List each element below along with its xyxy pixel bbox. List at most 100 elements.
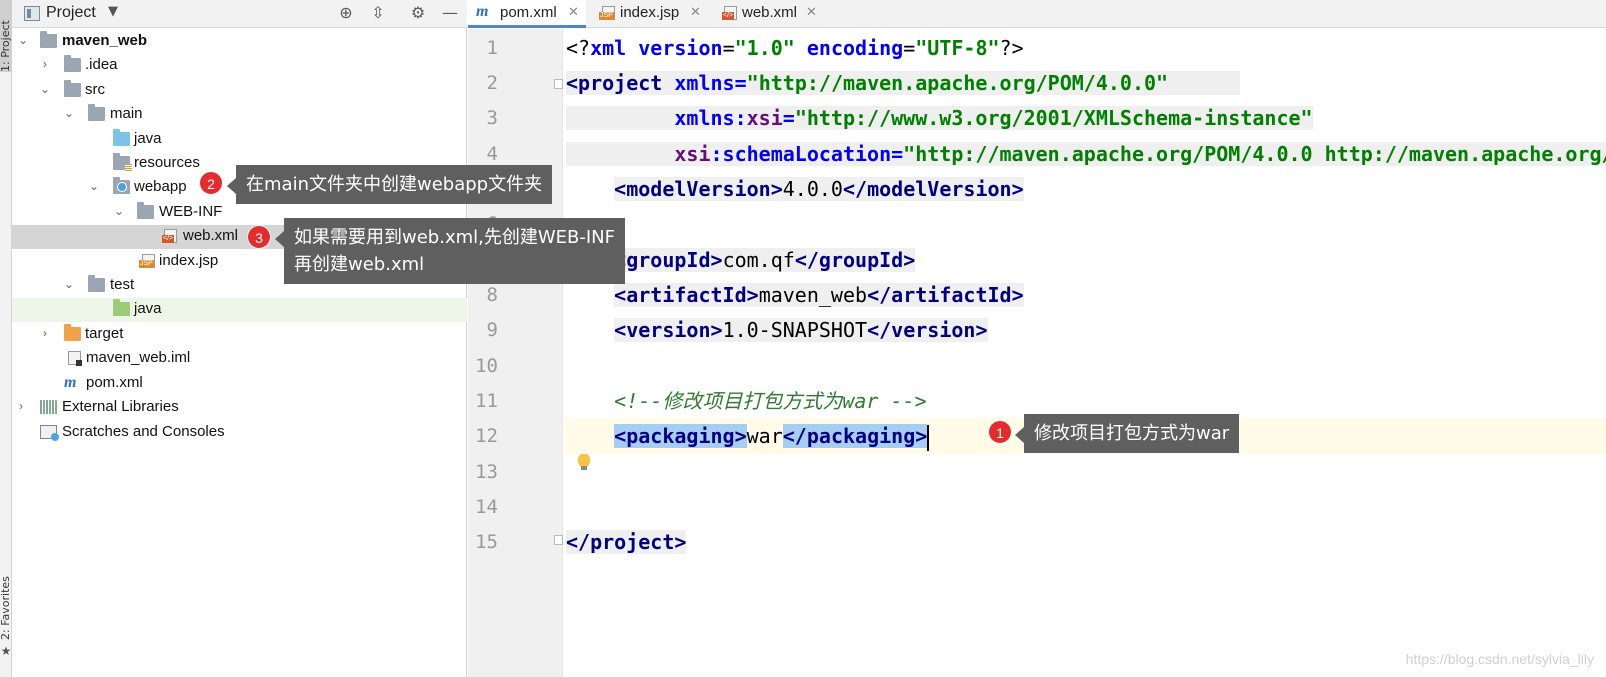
- tree-item-label: WEB-INF: [159, 203, 223, 220]
- code-line: <packaging>war</packaging>: [566, 421, 930, 451]
- code-line: xmlns:xsi="http://www.w3.org/2001/XMLSch…: [566, 103, 1313, 133]
- code-line: <version>1.0-SNAPSHOT</version>: [614, 318, 988, 342]
- tree-item-label: .idea: [85, 56, 118, 73]
- hide-icon[interactable]: —: [440, 3, 460, 23]
- tree-item-label: test: [110, 276, 135, 293]
- tree-item-main[interactable]: ⌄ main: [12, 103, 467, 127]
- step-badge-1: 1: [988, 420, 1012, 444]
- chevron-down-icon[interactable]: ⌄: [62, 106, 76, 120]
- line-number: 13: [475, 461, 498, 483]
- test-folder-icon: [113, 299, 130, 316]
- tree-item-label: resources: [134, 154, 200, 171]
- maven-icon: m: [476, 3, 489, 20]
- chevron-down-icon[interactable]: ⌄: [112, 204, 126, 218]
- tree-item-external-libraries[interactable]: › External Libraries: [12, 396, 467, 420]
- resources-folder-icon: [113, 153, 132, 171]
- text-caret: [927, 424, 930, 451]
- line-number: 9: [486, 319, 498, 341]
- project-panel: Project ▼ ⊕ ⇳ ⚙ — ⌄ maven_web › .idea ⌄ …: [12, 0, 467, 677]
- chevron-down-icon[interactable]: ⌄: [87, 179, 101, 193]
- line-number: 2: [486, 72, 498, 94]
- project-icon: [24, 6, 40, 21]
- folder-icon: [40, 31, 57, 48]
- chevron-right-icon[interactable]: ›: [14, 399, 28, 413]
- tree-item-src[interactable]: ⌄ src: [12, 79, 467, 103]
- folder-icon: [88, 104, 105, 121]
- tab-index-jsp[interactable]: index.jsp ✕: [588, 0, 708, 28]
- tab-label: pom.xml: [500, 4, 557, 21]
- tree-item-label: java: [134, 130, 162, 147]
- tree-item-test-java[interactable]: java: [12, 298, 467, 322]
- line-number: 10: [475, 355, 498, 377]
- tree-item-maven-web-iml[interactable]: maven_web.iml: [12, 347, 467, 371]
- chevron-right-icon[interactable]: ›: [38, 57, 52, 71]
- tree-item-label: webapp: [134, 178, 187, 195]
- fold-marker[interactable]: [554, 535, 563, 545]
- close-icon[interactable]: ✕: [806, 4, 817, 20]
- annotation-callout-2: 在main文件夹中创建webapp文件夹: [226, 165, 553, 204]
- code-line: <modelVersion>4.0.0</modelVersion>: [614, 177, 1024, 201]
- chevron-down-icon[interactable]: ⌄: [38, 82, 52, 96]
- line-number: 12: [475, 425, 498, 447]
- code-line: xsi:schemaLocation="http://maven.apache.…: [566, 139, 1606, 169]
- code-line: <project xmlns="http://maven.apache.org/…: [566, 68, 1241, 98]
- line-number: 11: [475, 390, 498, 412]
- project-view-selector[interactable]: Project: [46, 4, 96, 22]
- tree-item-label: src: [85, 81, 105, 98]
- excluded-folder-icon: [64, 324, 81, 341]
- tab-label: web.xml: [742, 4, 798, 21]
- folder-icon: [64, 55, 81, 72]
- line-number: 3: [486, 107, 498, 129]
- star-icon: ★: [0, 644, 12, 658]
- tree-item-java[interactable]: java: [12, 128, 467, 152]
- step-badge-2: 2: [199, 171, 223, 195]
- chevron-right-icon[interactable]: ›: [38, 326, 52, 340]
- chevron-down-icon[interactable]: ⌄: [62, 277, 76, 291]
- line-number: 8: [486, 284, 498, 306]
- tab-label: index.jsp: [620, 4, 680, 21]
- scratches-icon: [40, 425, 59, 441]
- tab-web-xml[interactable]: web.xml ✕: [710, 0, 822, 28]
- jsp-file-icon: [139, 254, 155, 268]
- editor-area: m pom.xml ✕ index.jsp ✕ web.xml ✕ 1 2 3 …: [468, 0, 1606, 677]
- line-number: 14: [475, 496, 498, 518]
- editor-tab-bar: m pom.xml ✕ index.jsp ✕ web.xml ✕: [468, 0, 1606, 28]
- tree-item-target[interactable]: › target: [12, 323, 467, 347]
- tree-item-scratches[interactable]: Scratches and Consoles: [12, 421, 467, 445]
- code-line: </project>: [566, 530, 687, 554]
- favorites-tool-button[interactable]: 2: Favorites: [0, 560, 12, 640]
- project-panel-header: Project ▼ ⊕ ⇳ ⚙ —: [12, 0, 467, 28]
- library-icon: [40, 400, 57, 414]
- project-tool-button[interactable]: 1: Project: [0, 0, 12, 72]
- tree-item-idea[interactable]: › .idea: [12, 54, 467, 78]
- xml-file-icon: [162, 229, 177, 243]
- tree-item-pom-xml[interactable]: m pom.xml: [12, 372, 467, 396]
- chevron-down-icon[interactable]: ▼: [108, 4, 118, 19]
- code-line: <artifactId>maven_web</artifactId>: [614, 283, 1024, 307]
- tree-item-label: java: [134, 300, 162, 317]
- tree-item-label: pom.xml: [86, 374, 143, 391]
- tree-item-label: index.jsp: [159, 252, 219, 269]
- close-icon[interactable]: ✕: [690, 4, 701, 20]
- code-area[interactable]: <?xml version="1.0" encoding="UTF-8"?> <…: [564, 29, 1606, 677]
- tree-item-label: maven_web: [62, 32, 148, 49]
- folder-icon: [137, 202, 154, 219]
- chevron-down-icon[interactable]: ⌄: [16, 33, 30, 47]
- fold-marker[interactable]: [554, 79, 563, 89]
- line-number: 1: [486, 37, 498, 59]
- tab-pom-xml[interactable]: m pom.xml ✕: [468, 0, 586, 28]
- folder-icon: [88, 275, 105, 292]
- line-number: 15: [475, 531, 498, 553]
- locate-icon[interactable]: ⊕: [336, 3, 356, 23]
- close-icon[interactable]: ✕: [568, 4, 579, 20]
- annotation-callout-3: 如果需要用到web.xml,先创建WEB-INF 再创建web.xml: [275, 218, 625, 284]
- line-number: 4: [486, 143, 498, 165]
- line-number-gutter: 1 2 3 4 5 6 7 8 9 10 11 12 13 14 15: [468, 29, 590, 677]
- tree-item-maven-web[interactable]: ⌄ maven_web: [12, 30, 467, 54]
- collapse-icon[interactable]: ⇳: [368, 3, 388, 23]
- maven-icon: m: [64, 374, 77, 391]
- web-folder-icon: [113, 177, 130, 194]
- gear-icon[interactable]: ⚙: [408, 3, 428, 23]
- tree-item-label: Scratches and Consoles: [62, 423, 225, 440]
- watermark: https://blog.csdn.net/sylvia_lily: [1405, 651, 1594, 667]
